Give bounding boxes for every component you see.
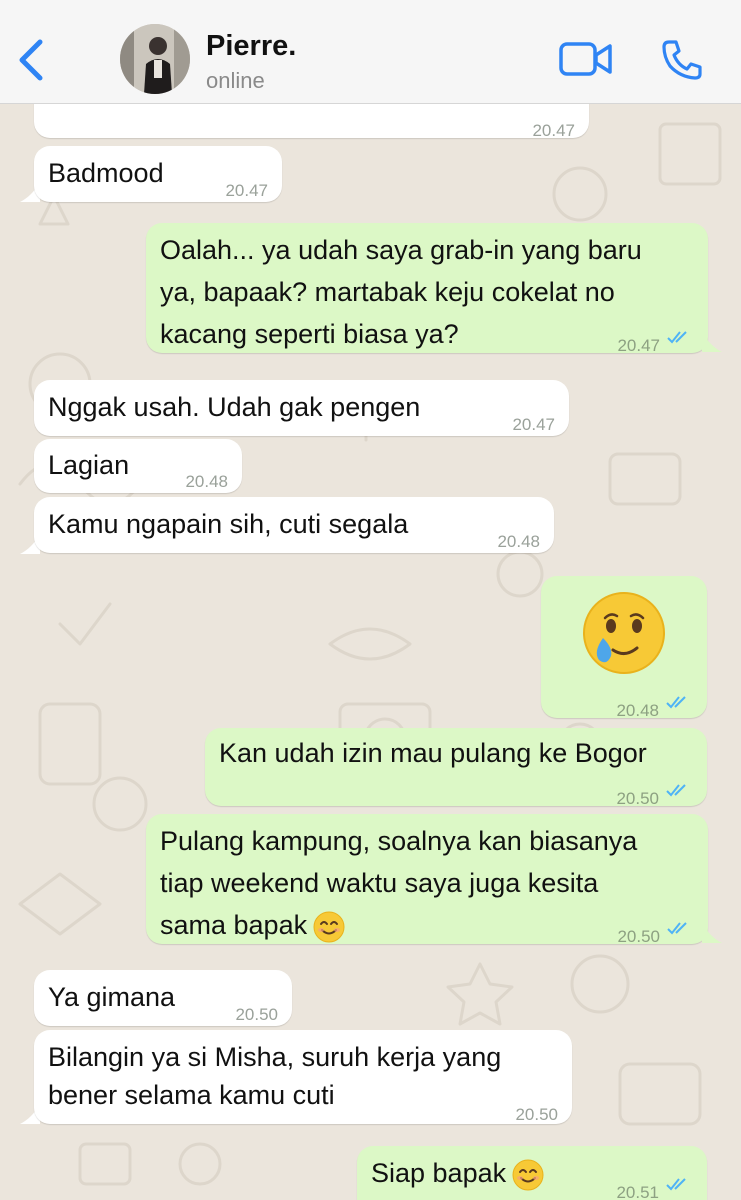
message-time: 20.48: [497, 532, 540, 551]
message-time: 20.50: [617, 927, 660, 946]
message-text: Kamu ngapain sih, cuti segala: [48, 509, 409, 539]
message-text: Ya gimana: [48, 982, 176, 1012]
message-bubble-incoming[interactable]: 20.47: [34, 104, 589, 140]
message-text: Pulang kampung, soalnya kan biasanya: [160, 826, 638, 856]
read-receipt-icon: [666, 696, 686, 709]
message-bubble-incoming[interactable]: Kamu ngapain sih, cuti segala 20.48: [34, 497, 554, 553]
back-button[interactable]: [14, 36, 50, 84]
read-receipt-icon: [666, 1178, 686, 1191]
message-bubble-outgoing[interactable]: Oalah... ya udah saya grab-in yang baru …: [146, 223, 708, 355]
message-text-line: Siap bapak: [371, 1158, 507, 1188]
message-bubble-incoming[interactable]: Lagian 20.48: [34, 439, 242, 493]
voice-call-button[interactable]: [660, 38, 704, 82]
message-time: 20.47: [532, 121, 575, 140]
message-text: Bilangin ya si Misha, suruh kerja yang: [48, 1042, 502, 1072]
message-time: 20.50: [515, 1105, 558, 1124]
message-bubble-incoming[interactable]: Nggak usah. Udah gak pengen 20.47: [34, 380, 569, 436]
read-receipt-icon: [667, 922, 687, 935]
message-text: Oalah... ya udah saya grab-in yang baru: [160, 235, 642, 265]
message-text: kacang seperti biasa ya?: [160, 319, 459, 349]
message-bubble-incoming[interactable]: Ya gimana 20.50: [34, 970, 292, 1026]
message-bubble-outgoing[interactable]: 20.48: [541, 576, 707, 720]
smiling-face-emoji: [313, 911, 345, 943]
face-holding-back-tears-emoji: [583, 592, 665, 674]
message-time: 20.47: [225, 181, 268, 200]
smiling-face-emoji: [512, 1159, 544, 1191]
message-text: Badmood: [48, 158, 164, 188]
message-bubble-outgoing[interactable]: Pulang kampung, soalnya kan biasanya tia…: [146, 814, 708, 946]
message-text: bener selama kamu cuti: [48, 1080, 335, 1110]
contact-status: online: [206, 68, 265, 93]
read-receipt-icon: [666, 784, 686, 797]
message-text: Kan udah izin mau pulang ke Bogor: [219, 738, 647, 768]
message-time: 20.51: [616, 1183, 659, 1200]
read-receipt-icon: [667, 331, 687, 344]
bubble-tail: [702, 923, 722, 943]
message-list[interactable]: 20.47 Badmood 20.47 Oalah... ya udah say…: [0, 104, 741, 1200]
video-camera-icon: [559, 42, 612, 76]
video-call-button[interactable]: [558, 40, 614, 80]
message-text: ya, bapaak? martabak keju cokelat no: [160, 277, 615, 307]
message-bubble-incoming[interactable]: Bilangin ya si Misha, suruh kerja yang b…: [34, 1030, 572, 1124]
contact-avatar[interactable]: [120, 24, 190, 94]
message-text: Lagian: [48, 450, 130, 480]
bubble-tail: [702, 332, 722, 352]
message-time: 20.48: [616, 701, 659, 720]
message-time: 20.47: [512, 415, 555, 434]
chevron-left-icon: [19, 39, 43, 81]
phone-icon: [662, 40, 702, 80]
message-bubble-incoming[interactable]: Badmood 20.47: [34, 146, 282, 202]
message-text-line: sama bapak: [160, 910, 308, 940]
message-text: Siap bapak: [371, 1152, 544, 1194]
message-bubble-outgoing[interactable]: Kan udah izin mau pulang ke Bogor 20.50: [205, 728, 707, 808]
message-bubble-outgoing[interactable]: Siap bapak 20.51: [357, 1146, 707, 1200]
contact-name[interactable]: Pierre.: [206, 30, 296, 63]
message-text: tiap weekend waktu saya juga kesita: [160, 868, 599, 898]
message-text: Nggak usah. Udah gak pengen: [48, 392, 421, 422]
message-time: 20.47: [617, 336, 660, 355]
chat-header: Pierre. online: [0, 0, 741, 104]
message-text: sama bapak: [160, 904, 345, 946]
